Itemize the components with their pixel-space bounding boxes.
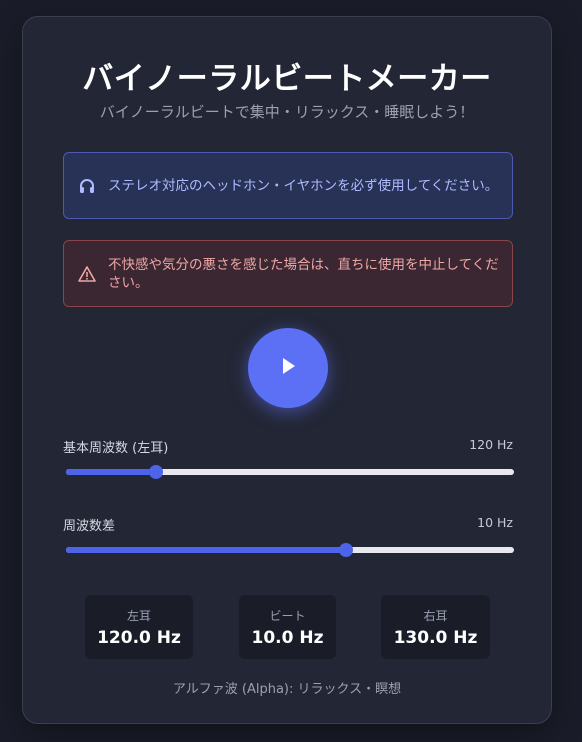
base-frequency-slider-thumb[interactable] [148,465,163,479]
frequency-difference-control: 周波数差 10 Hz [63,515,514,557]
headphones-icon [78,177,96,195]
page-subtitle: バイノーラルビートで集中・リラックス・睡眠しよう！ [99,103,475,121]
base-frequency-control: 基本周波数 (左耳) 120 Hz [63,437,514,479]
page-title: バイノーラルビートメーカー [82,61,492,97]
beat-stat-value: 10.0 Hz [251,628,324,648]
frequency-difference-label: 周波数差 [63,519,116,534]
main-card: バイノーラルビートメーカー バイノーラルビートで集中・リラックス・睡眠しよう！ … [22,16,552,724]
warning-notice-text: 不快感や気分の悪さを感じた場合は、直ちに使用を中止してください。 [108,256,499,291]
beat-stat: ビート 10.0 Hz [239,595,336,659]
right-ear-stat: 右耳 130.0 Hz [381,595,490,659]
base-frequency-slider-fill [66,469,156,475]
right-ear-stat-value: 130.0 Hz [393,628,478,648]
base-frequency-value: 120 Hz [469,437,513,452]
base-frequency-slider[interactable] [66,465,514,479]
left-ear-stat: 左耳 120.0 Hz [85,595,193,659]
headphones-notice: ステレオ対応のヘッドホン・イヤホンを必ず使用してください。 [63,152,513,219]
beat-stat-label: ビート [269,609,306,623]
play-button[interactable] [248,328,328,408]
frequency-difference-value: 10 Hz [477,515,513,530]
base-frequency-label: 基本周波数 (左耳) [63,441,169,456]
play-icon [278,356,298,380]
warning-triangle-icon [78,265,96,283]
brainwave-description: アルファ波 (Alpha): リラックス・瞑想 [172,682,402,697]
left-ear-stat-label: 左耳 [126,609,151,623]
frequency-difference-slider-fill [66,547,346,553]
left-ear-stat-value: 120.0 Hz [97,628,181,648]
frequency-difference-slider-thumb[interactable] [339,543,353,557]
frequency-difference-slider[interactable] [66,543,514,557]
warning-notice: 不快感や気分の悪さを感じた場合は、直ちに使用を中止してください。 [63,240,513,307]
headphones-notice-text: ステレオ対応のヘッドホン・イヤホンを必ず使用してください。 [108,177,499,194]
right-ear-stat-label: 右耳 [423,609,448,623]
